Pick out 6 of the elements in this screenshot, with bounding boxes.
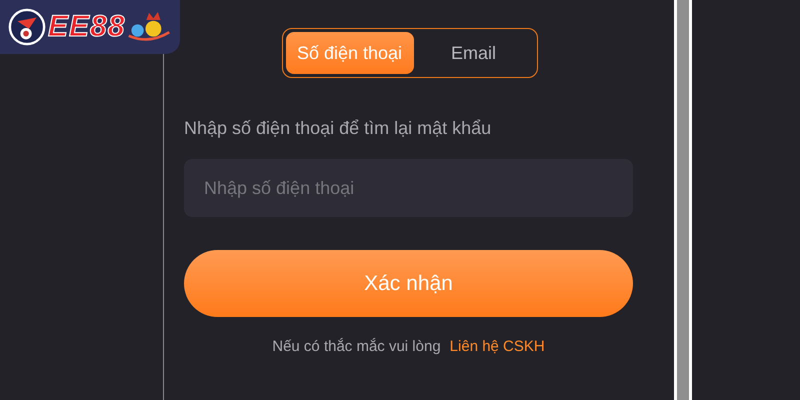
logo-text: EE88 [48, 10, 126, 44]
support-link[interactable]: Liên hệ CSKH [450, 338, 545, 355]
phone-input-field[interactable]: Nhập số điện thoại [184, 159, 633, 217]
tab[interactable]: Email [414, 32, 534, 74]
help-text: Nếu có thắc mắc vui lòng [272, 338, 441, 355]
instruction-text: Nhập số điện thoại để tìm lại mật khẩu [184, 118, 492, 139]
